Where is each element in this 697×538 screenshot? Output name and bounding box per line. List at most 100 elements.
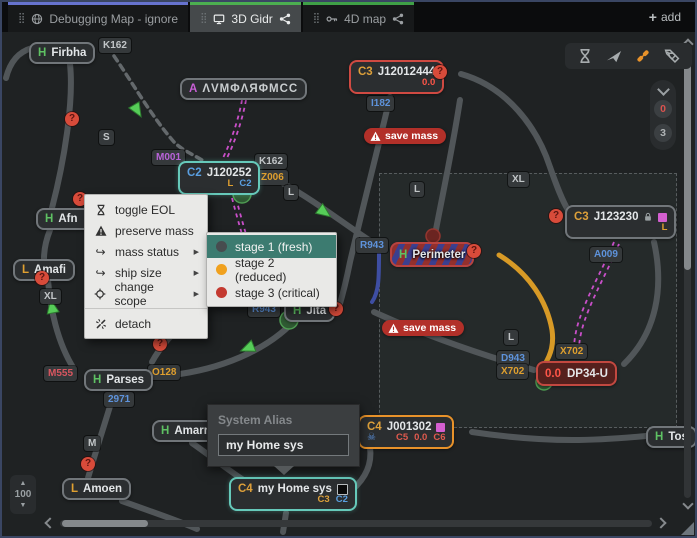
warning-icon <box>95 225 107 237</box>
info-counter[interactable]: 3 <box>654 124 672 142</box>
ship-size-badge: L <box>410 182 424 197</box>
ship-size-badge: S <box>99 130 114 145</box>
unknown-status-marker[interactable]: ? <box>549 209 563 223</box>
zoom-out-arrow-icon[interactable]: ▼ <box>20 502 27 509</box>
map-tab-bar: ⣿ Debugging Map - ignore ⣿ 3D Gidr ⣿ 4D … <box>2 2 695 32</box>
horizontal-scrollbar-thumb[interactable] <box>62 520 148 527</box>
menu-item-toggle-eol[interactable]: toggle EOL <box>85 199 207 220</box>
globe-icon <box>31 13 43 25</box>
scope-icon <box>94 288 106 300</box>
zoom-control: ▲ 100 ▼ <box>10 475 36 514</box>
monitor-icon <box>213 13 225 25</box>
menu-item-detach[interactable]: detach <box>85 313 207 334</box>
submenu-caret-icon: ▶ <box>194 290 199 298</box>
tab-label: 4D map <box>344 12 386 26</box>
zoom-in-arrow-icon[interactable]: ▲ <box>20 480 27 487</box>
tab-label: Debugging Map - ignore <box>49 12 178 26</box>
unknown-status-marker[interactable]: ? <box>65 112 79 126</box>
submenu-caret-icon: ▶ <box>194 269 199 277</box>
black-flag-square <box>337 484 348 495</box>
menu-item-change-scope[interactable]: change scope ▶ <box>85 283 207 304</box>
system-node-j123230[interactable]: C3 J123230 L <box>565 205 676 239</box>
tab-4d-map[interactable]: ⣿ 4D map <box>303 2 414 32</box>
warning-icon <box>388 323 399 334</box>
tab-3d-gidr[interactable]: ⣿ 3D Gidr <box>190 2 301 32</box>
hourglass-filter-icon[interactable] <box>577 48 593 64</box>
sig-badge: 2971 <box>104 392 134 407</box>
unknown-status-marker[interactable]: ? <box>153 337 167 351</box>
tags-icon[interactable] <box>664 48 680 64</box>
system-node-j12012444[interactable]: C3J12012444 0.0 <box>349 60 444 94</box>
unlink-icon <box>95 318 107 330</box>
system-node-perimeter[interactable]: HPerimeter <box>390 242 474 267</box>
map-options-toolbar <box>565 43 692 69</box>
hourglass-icon <box>95 204 107 216</box>
zoom-level: 100 <box>15 489 32 500</box>
app-window: ⣿ Debugging Map - ignore ⣿ 3D Gidr ⣿ 4D … <box>0 0 697 538</box>
share-icon[interactable] <box>279 13 291 25</box>
warning-icon <box>370 131 381 142</box>
dialog-pointer-arrow <box>274 466 294 475</box>
branch-arrow-icon: ↪ <box>93 245 108 259</box>
key-icon <box>326 13 338 25</box>
ship-size-badge: L <box>504 330 518 345</box>
map-canvas[interactable]: K162 S M001 K162 Z006 I182 L L XL XL R94… <box>2 32 695 536</box>
lock-icon <box>643 212 653 222</box>
system-node-j120252[interactable]: C2J120252 LC2 <box>178 161 260 195</box>
unknown-status-marker[interactable]: ? <box>81 457 95 471</box>
drag-handle-icon[interactable]: ⣿ <box>18 13 25 24</box>
sig-badge: R943 <box>356 238 388 253</box>
branch-arrow-icon: ↪ <box>93 266 108 280</box>
submenu-item-stage2[interactable]: stage 2 (reduced) <box>207 258 336 281</box>
ship-size-badge: XL <box>40 289 61 304</box>
skull-icon: ☠ <box>367 432 376 443</box>
horizontal-scrollbar-track[interactable] <box>60 520 652 527</box>
sig-badge: I182 <box>367 96 394 111</box>
ship-size-badge: L <box>284 185 298 200</box>
connection-link-icon[interactable] <box>635 48 651 64</box>
pink-flag-square <box>436 423 445 432</box>
system-node-my-home-sys[interactable]: C4 my Home sys C3C2 <box>229 477 357 511</box>
stage2-dot-icon <box>216 264 227 275</box>
add-label: add <box>661 10 681 24</box>
system-node-amoen[interactable]: LAmoen <box>62 478 131 500</box>
ship-tracking-icon[interactable] <box>606 48 622 64</box>
menu-item-preserve-mass[interactable]: preserve mass <box>85 220 207 241</box>
sig-badge: A009 <box>590 247 622 262</box>
stage3-dot-icon <box>216 287 227 298</box>
unknown-status-marker[interactable]: ? <box>467 244 481 258</box>
counter-stack: 0 3 <box>650 80 676 150</box>
submenu-item-stage3[interactable]: stage 3 (critical) <box>207 281 336 304</box>
resize-corner-handle[interactable] <box>681 522 694 535</box>
system-node-unknown-alien[interactable]: AΛVΜΦΛЯΦΜСС <box>180 78 307 100</box>
chevron-down-icon[interactable] <box>657 83 670 96</box>
drag-handle-icon[interactable]: ⣿ <box>313 13 320 24</box>
system-node-j001302[interactable]: C4 J001302 ☠ C5 0.0 C6 <box>358 415 454 449</box>
wormhole-badge: K162 <box>99 38 131 53</box>
tab-label: 3D Gidr <box>231 12 272 26</box>
ship-size-badge: M <box>84 436 100 451</box>
system-node-dp34u[interactable]: 0.0 DP34-U <box>536 361 617 386</box>
add-map-button[interactable]: + add <box>635 2 695 32</box>
vertical-scrollbar-thumb[interactable] <box>684 58 691 270</box>
sig-badge: X702 <box>556 344 587 359</box>
drag-handle-icon[interactable]: ⣿ <box>200 13 207 24</box>
save-mass-badge: save mass <box>382 320 464 336</box>
tab-debugging-map[interactable]: ⣿ Debugging Map - ignore <box>8 2 188 32</box>
system-alias-dialog: System Alias <box>207 404 360 467</box>
sig-badge: Z006 <box>257 170 288 185</box>
connection-context-menu: toggle EOL preserve mass ↪ mass status ▶… <box>84 194 208 339</box>
stage1-dot-icon <box>216 241 227 252</box>
plus-icon: + <box>649 9 657 25</box>
share-icon[interactable] <box>392 13 404 25</box>
alert-counter[interactable]: 0 <box>654 100 672 118</box>
alias-input[interactable] <box>218 434 349 456</box>
unknown-status-marker[interactable]: ? <box>433 65 447 79</box>
unknown-status-marker[interactable]: ? <box>35 271 49 285</box>
sig-badge: M555 <box>44 366 77 381</box>
menu-separator <box>85 308 207 309</box>
system-node-firbha[interactable]: HFirbha <box>29 42 95 64</box>
save-mass-badge: save mass <box>364 128 446 144</box>
menu-item-mass-status[interactable]: ↪ mass status ▶ <box>85 241 207 262</box>
system-node-parses[interactable]: HParses <box>84 369 153 391</box>
